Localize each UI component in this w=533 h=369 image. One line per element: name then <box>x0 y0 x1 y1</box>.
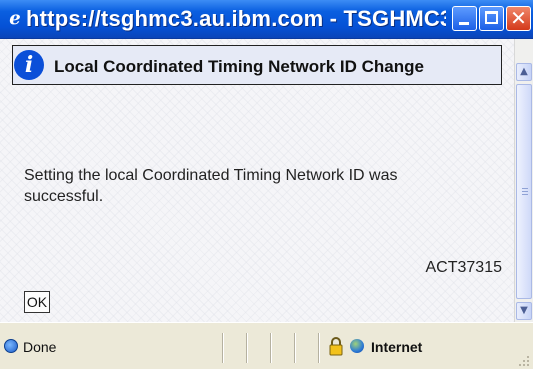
thumb-grip-line <box>522 194 528 195</box>
thumb-grip-line <box>522 191 528 192</box>
close-icon: ✕ <box>510 6 527 30</box>
ie-page-icon: ℯ <box>9 8 21 29</box>
minimize-icon <box>459 22 469 25</box>
title-bar[interactable]: ℯ https://tsghmc3.au.ibm.com - TSGHMC3: … <box>0 0 533 39</box>
scroll-thumb[interactable] <box>516 84 532 299</box>
globe-icon <box>350 339 364 353</box>
thumb-grip-line <box>522 188 528 189</box>
info-icon: i <box>14 50 44 80</box>
security-zone-label: Internet <box>371 339 423 355</box>
status-divider <box>294 333 296 363</box>
lock-icon <box>329 337 343 356</box>
status-divider <box>318 333 320 363</box>
scroll-down-button[interactable]: ▼ <box>516 302 532 320</box>
scroll-up-button[interactable]: ▲ <box>516 63 532 81</box>
vertical-scrollbar[interactable]: ▲ ▼ <box>514 39 533 322</box>
status-bar: Done Internet <box>0 322 533 369</box>
maximize-icon <box>485 11 498 24</box>
status-text: Done <box>23 339 57 355</box>
maximize-button[interactable] <box>479 6 504 31</box>
window-title: https://tsghmc3.au.ibm.com - TSGHMC3: ..… <box>26 6 446 31</box>
resize-grip-icon[interactable] <box>514 351 532 369</box>
minimize-button[interactable] <box>452 6 477 31</box>
status-divider <box>222 333 224 363</box>
message-code: ACT37315 <box>425 259 503 276</box>
close-button[interactable]: ✕ <box>506 6 531 31</box>
success-message: Setting the local Coordinated Timing Net… <box>24 167 398 205</box>
ok-button[interactable]: OK <box>24 291 50 313</box>
page-done-icon <box>4 339 18 353</box>
status-divider <box>246 333 248 363</box>
browser-popup-window: ℯ https://tsghmc3.au.ibm.com - TSGHMC3: … <box>0 0 533 369</box>
status-divider <box>270 333 272 363</box>
dialog-title: Local Coordinated Timing Network ID Chan… <box>54 57 424 76</box>
